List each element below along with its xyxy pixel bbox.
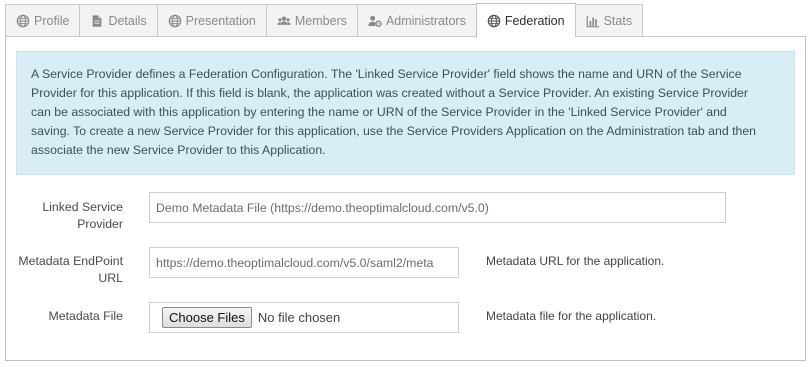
tab-label: Profile — [34, 13, 70, 28]
users-icon — [277, 14, 291, 28]
info-text-line: associate the new Service Provider to th… — [31, 143, 326, 157]
label-line: Linked Service — [42, 200, 123, 214]
tab-members[interactable]: Members — [265, 4, 358, 36]
label-line: Provider — [77, 217, 123, 231]
metadata-endpoint-value: https://demo.theoptimalcloud.com/v5.0/sa… — [156, 255, 434, 270]
document-icon — [90, 14, 104, 28]
metadata-file-input[interactable]: Choose Files No file chosen — [149, 302, 459, 333]
info-text-line: A Service Provider defines a Federation … — [31, 67, 742, 81]
linked-service-provider-label: Linked Service Provider — [6, 199, 123, 233]
metadata-endpoint-help: Metadata URL for the application. — [486, 254, 665, 268]
linked-service-provider-input[interactable]: Demo Metadata File (https://demo.theopti… — [149, 192, 726, 223]
globe-icon — [487, 14, 501, 28]
tab-label: Administrators — [385, 13, 466, 28]
tab-label: Federation — [504, 13, 565, 28]
tab-presentation[interactable]: Presentation — [156, 4, 267, 36]
tab-administrators[interactable]: Administrators — [356, 4, 477, 36]
globe-icon — [168, 14, 182, 28]
globe-icon — [16, 14, 30, 28]
linked-service-provider-value: Demo Metadata File (https://demo.theopti… — [156, 200, 489, 215]
metadata-file-help: Metadata file for the application. — [486, 309, 657, 323]
federation-panel: A Service Provider defines a Federation … — [5, 37, 806, 361]
tab-federation[interactable]: Federation — [475, 3, 576, 37]
tab-profile[interactable]: Profile — [5, 4, 81, 36]
info-alert: A Service Provider defines a Federation … — [16, 51, 795, 175]
tab-label: Members — [294, 13, 347, 28]
label-line: URL — [98, 271, 123, 285]
tab-bar: Profile Details Presentation Members Adm… — [5, 3, 806, 37]
info-text-line: saving. To create a new Service Provider… — [31, 124, 757, 138]
info-text-line: can be associated with this application … — [31, 105, 727, 119]
choose-files-button[interactable]: Choose Files — [162, 307, 252, 328]
tab-stats[interactable]: Stats — [574, 4, 644, 36]
metadata-file-label: Metadata File — [48, 309, 123, 323]
tab-details[interactable]: Details — [79, 4, 158, 36]
info-text-line: Provider for this application. If this f… — [31, 86, 748, 100]
file-status: No file chosen — [257, 310, 341, 325]
bar-chart-icon — [586, 14, 600, 28]
user-cog-icon — [368, 14, 382, 28]
tab-label: Stats — [603, 13, 633, 28]
tab-label: Details — [108, 13, 147, 28]
metadata-endpoint-input[interactable]: https://demo.theoptimalcloud.com/v5.0/sa… — [149, 247, 459, 278]
label-line: Metadata EndPoint — [18, 254, 123, 268]
metadata-endpoint-label: Metadata EndPoint URL — [6, 253, 123, 287]
tab-label: Presentation — [185, 13, 256, 28]
